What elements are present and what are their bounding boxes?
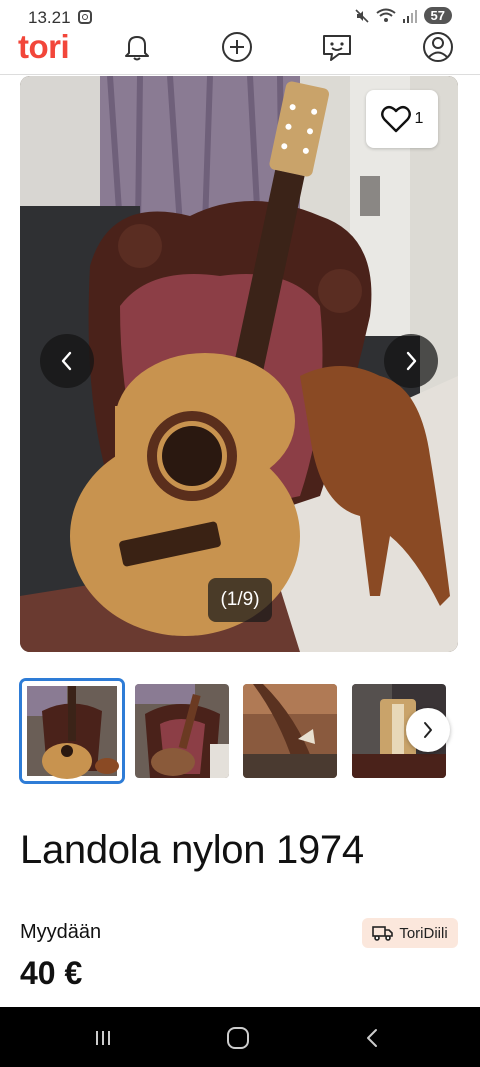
instagram-notification-icon (78, 10, 92, 24)
next-image-button[interactable] (384, 334, 438, 388)
system-navigation-bar (0, 1007, 480, 1067)
thumbnail-3[interactable] (243, 684, 337, 778)
favorite-count: 1 (414, 110, 424, 127)
back-icon[interactable] (358, 1023, 388, 1053)
bell-icon[interactable] (120, 30, 154, 64)
battery-indicator: 57 (423, 7, 452, 24)
thumbnail-image (135, 684, 229, 778)
wifi-icon (375, 8, 396, 22)
signal-icon (402, 9, 417, 23)
thumbnail-image (243, 684, 337, 778)
badge-label: ToriDiili (399, 924, 448, 942)
home-icon[interactable] (223, 1023, 253, 1053)
chat-icon[interactable] (320, 30, 354, 64)
previous-image-button[interactable] (40, 334, 94, 388)
status-time: 13.21 (28, 8, 71, 27)
image-counter: (1/9) (208, 578, 272, 622)
profile-icon[interactable] (421, 30, 455, 64)
thumbnails-next-button[interactable] (406, 708, 450, 752)
app-header: tori (0, 28, 480, 75)
status-icons: 57 (354, 7, 452, 24)
tori-logo[interactable]: tori (18, 28, 70, 66)
plus-circle-icon[interactable] (220, 30, 254, 64)
chevron-right-icon (424, 722, 432, 738)
thumbnail-2[interactable] (135, 684, 229, 778)
toridiili-badge[interactable]: ToriDiili (362, 918, 458, 948)
listing-title: Landola nylon 1974 (20, 828, 364, 872)
thumbnail-image (22, 681, 122, 781)
trade-type-label: Myydään (20, 921, 102, 943)
thumbnail-strip (20, 678, 460, 784)
recent-apps-icon[interactable] (88, 1023, 118, 1053)
listing-price: 40 € (20, 955, 83, 991)
chevron-left-icon (61, 351, 72, 371)
heart-icon (380, 105, 411, 133)
chevron-right-icon (406, 351, 417, 371)
favorite-button[interactable]: 1 (366, 90, 438, 148)
thumbnail-1[interactable] (22, 681, 122, 781)
listing-main-image[interactable]: 1 (1/9) (20, 76, 458, 652)
delivery-truck-icon (372, 926, 394, 941)
mute-icon (354, 8, 369, 23)
